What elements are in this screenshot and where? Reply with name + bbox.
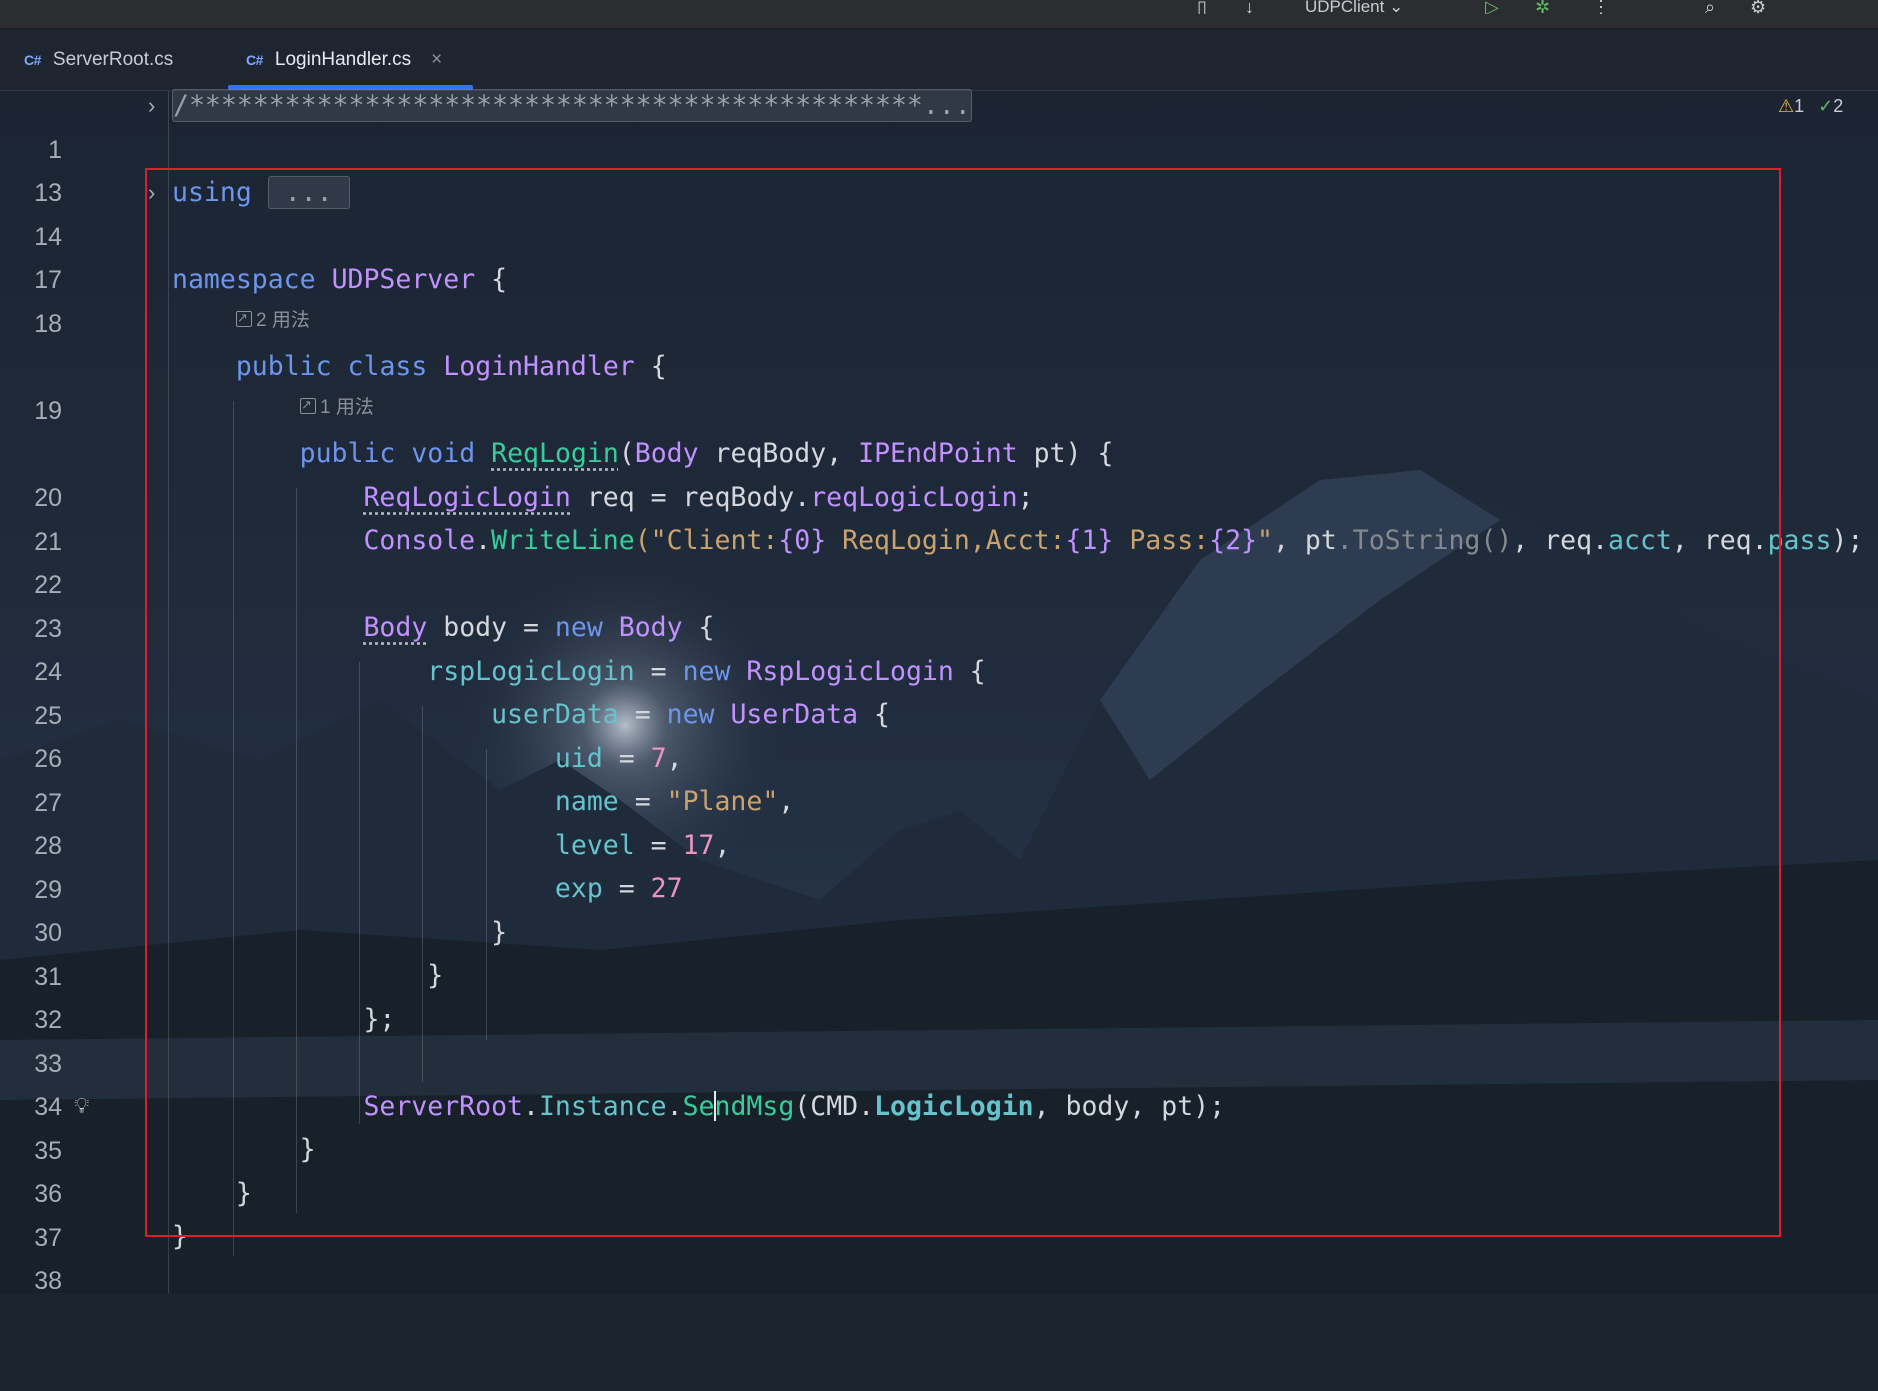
line-number: 19 bbox=[34, 397, 62, 425]
usages-hint-method[interactable]: 1 用法 bbox=[300, 390, 374, 423]
code-editor[interactable]: 1 › /***********************************… bbox=[0, 89, 1878, 1295]
line-number: 38 bbox=[34, 1267, 62, 1295]
more-icon[interactable]: ⋮ bbox=[1592, 0, 1610, 14]
code-line-20[interactable]: 20 public void ReqLogin(Body reqBody, IP… bbox=[0, 432, 1878, 512]
code-line-17[interactable]: 17 bbox=[0, 214, 1878, 294]
code-line-24[interactable]: 24 Body body = new Body { bbox=[0, 606, 1878, 686]
code-line-13[interactable]: 13 bbox=[0, 127, 1878, 207]
code-line-1[interactable]: 1 › /***********************************… bbox=[0, 84, 1878, 164]
usages-hint-class[interactable]: 2 用法 bbox=[236, 303, 310, 336]
lightbulb-icon[interactable]: 💡︎ bbox=[74, 1085, 89, 1129]
tab-label: ServerRoot.cs bbox=[52, 48, 174, 70]
external-link-icon bbox=[300, 390, 316, 420]
search-icon[interactable]: ⌕ bbox=[1705, 0, 1715, 14]
tab-label: LoginHandler.cs bbox=[274, 48, 412, 70]
run-config-selector[interactable]: UDPClient ⌄ bbox=[1305, 0, 1403, 14]
debug-icon[interactable]: ✲ bbox=[1535, 0, 1550, 14]
close-icon[interactable]: × bbox=[431, 49, 442, 71]
code-line-22[interactable]: 22 Console.WriteLine("Client:{0} ReqLogi… bbox=[0, 519, 1878, 599]
code-line-14[interactable]: 14 › using ... bbox=[0, 171, 1878, 251]
fold-chevron-icon[interactable]: › bbox=[148, 171, 155, 215]
code-line-27[interactable]: 27 uid = 7, bbox=[0, 737, 1878, 817]
code-line-31[interactable]: 31 } bbox=[0, 911, 1878, 991]
fold-chevron-icon[interactable]: › bbox=[148, 84, 155, 128]
run-icon[interactable]: ▷ bbox=[1485, 0, 1499, 14]
code-line-18[interactable]: 18 namespace UDPServer { bbox=[0, 258, 1878, 338]
editor-tab-bar: C# ServerRoot.cs C# LoginHandler.cs × bbox=[0, 29, 1878, 91]
csharp-file-icon: C# bbox=[24, 51, 41, 68]
folded-usings[interactable]: ... bbox=[267, 176, 350, 209]
code-line-33[interactable]: 33 }; bbox=[0, 998, 1878, 1078]
device-icon[interactable]: ▯ bbox=[1197, 0, 1207, 14]
code-line-36[interactable]: 36 } bbox=[0, 1128, 1878, 1208]
tab-serverroot[interactable]: C# ServerRoot.cs bbox=[24, 29, 224, 90]
code-line-26[interactable]: 26 userData = new UserData { bbox=[0, 693, 1878, 773]
code-line-28[interactable]: 28 name = "Plane", bbox=[0, 780, 1878, 860]
code-line-35[interactable]: 35 💡︎ ServerRoot.Instance.SendMsg(CMD.Lo… bbox=[0, 1085, 1878, 1165]
code-line-37[interactable]: 37 } bbox=[0, 1172, 1878, 1252]
code-line-29[interactable]: 29 level = 17, bbox=[0, 824, 1878, 904]
code-line-23[interactable]: 23 bbox=[0, 563, 1878, 643]
code-line-34[interactable]: 34 bbox=[0, 1041, 1878, 1121]
external-link-icon bbox=[236, 303, 252, 333]
csharp-file-icon: C# bbox=[246, 51, 263, 68]
line-number: 18 bbox=[34, 310, 62, 338]
vcs-icon[interactable]: ↓ bbox=[1245, 0, 1254, 14]
code-line-19[interactable]: 19 public class LoginHandler { bbox=[0, 345, 1878, 425]
code-line-30[interactable]: 30 exp = 27 bbox=[0, 867, 1878, 947]
tab-loginhandler[interactable]: C# LoginHandler.cs × bbox=[228, 29, 473, 90]
folded-comment[interactable]: /***************************************… bbox=[172, 89, 972, 122]
settings-icon[interactable]: ⚙ bbox=[1750, 0, 1766, 14]
top-toolbar: ▯ ↓ UDPClient ⌄ ▷ ✲ ⋮ ⌕ ⚙ bbox=[0, 0, 1878, 29]
code-line-25[interactable]: 25 rspLogicLogin = new RspLogicLogin { bbox=[0, 650, 1878, 730]
code-line-32[interactable]: 32 } bbox=[0, 954, 1878, 1034]
code-line-38[interactable]: 38 } bbox=[0, 1215, 1878, 1295]
code-line-21[interactable]: 21 ReqLogicLogin req = reqBody.reqLogicL… bbox=[0, 476, 1878, 556]
